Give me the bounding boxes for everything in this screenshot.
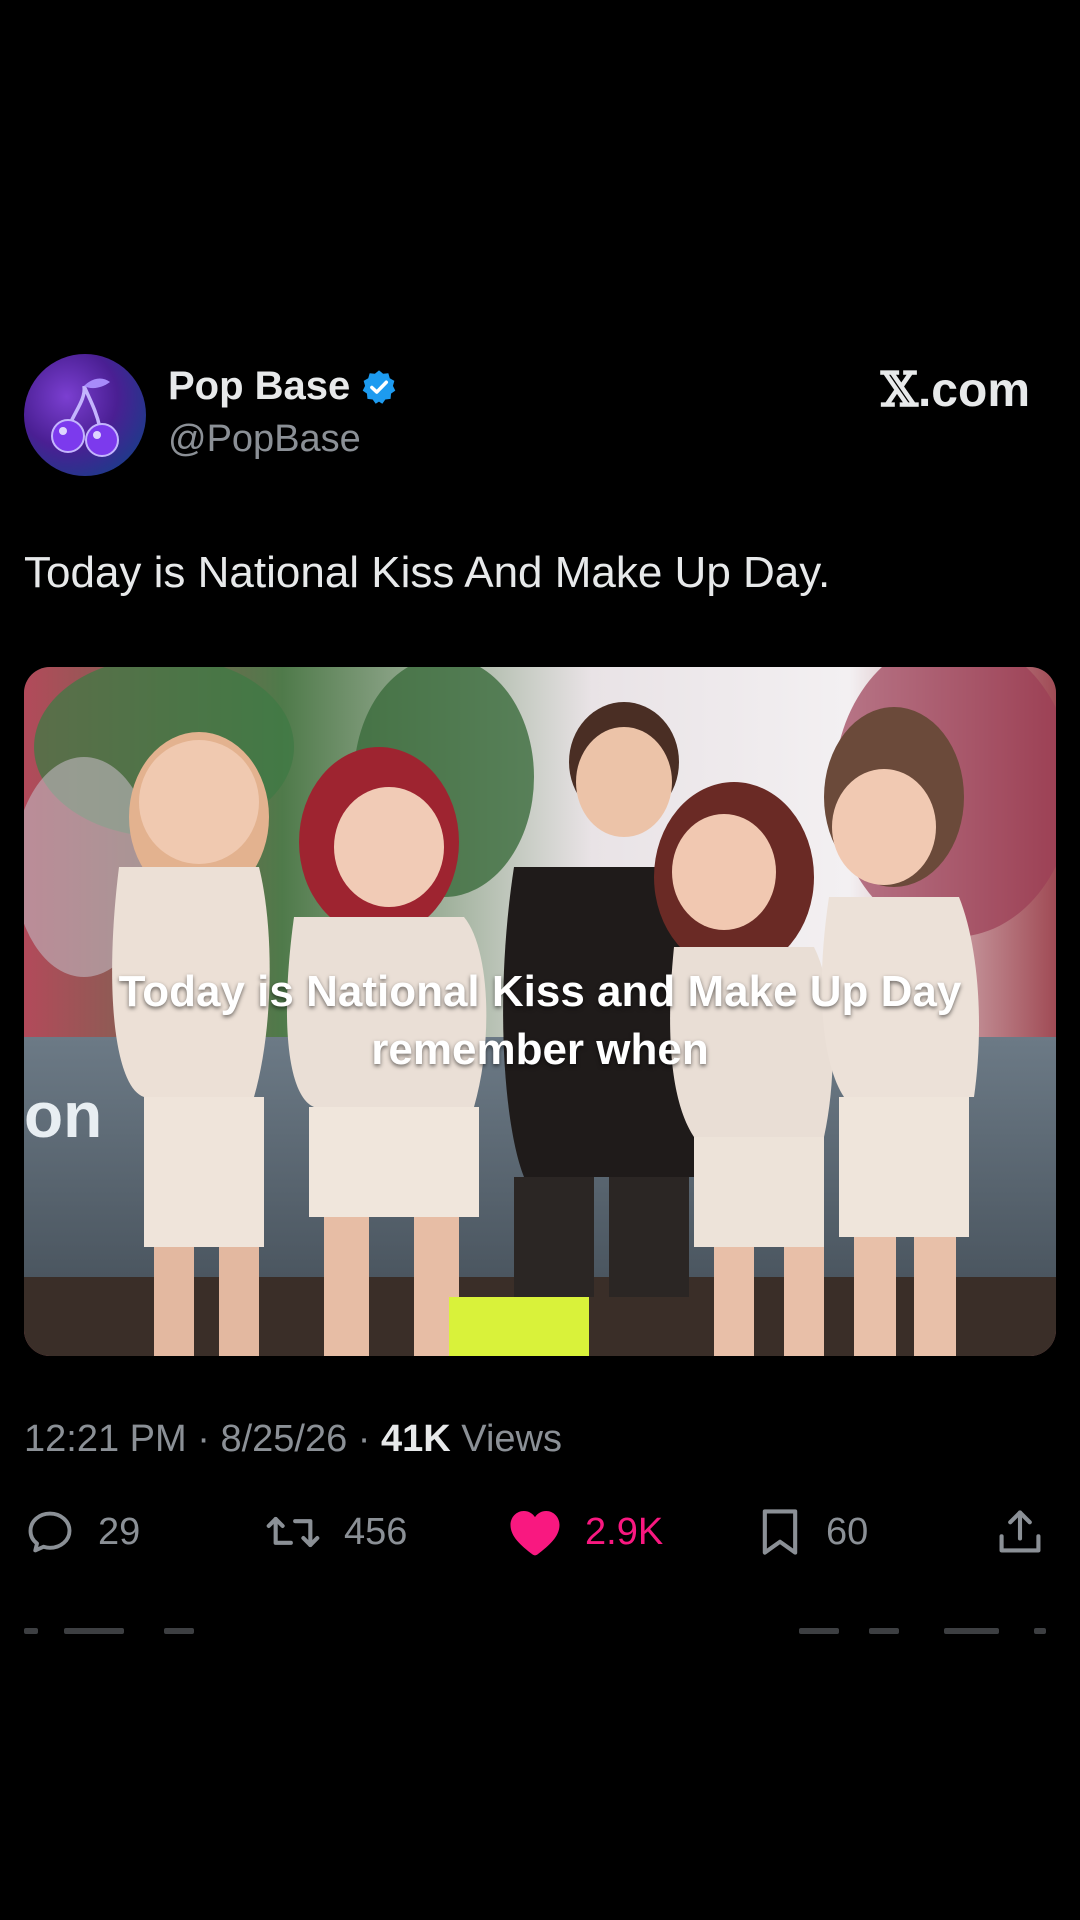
tweet-card: Pop Base @PopBase 𝕏.com Today is Nationa…: [0, 0, 1080, 1920]
like-button[interactable]: 2.9K: [507, 1502, 663, 1562]
tweet-media[interactable]: on Today is National Kiss and Make Up Da…: [24, 667, 1056, 1356]
action-bar: 29 456 2.9K 60: [24, 1502, 1056, 1562]
meta-separator: ·: [347, 1418, 382, 1460]
views-count[interactable]: 41K: [381, 1418, 451, 1460]
heart-icon: [510, 1511, 560, 1556]
tweet-date[interactable]: 8/25/26: [220, 1418, 347, 1460]
brand-suffix: .com: [917, 364, 1030, 417]
caption-line-1: Today is National Kiss and Make Up Day: [118, 967, 962, 1016]
reply-button[interactable]: 29: [24, 1502, 140, 1562]
meta-separator: ·: [186, 1418, 221, 1460]
like-count: 2.9K: [585, 1510, 664, 1553]
media-caption: Today is National Kiss and Make Up Day r…: [24, 963, 1056, 1079]
verified-badge-icon: [362, 369, 396, 404]
author-name-row[interactable]: Pop Base: [168, 364, 398, 409]
reply-icon: [28, 1511, 72, 1553]
bookmark-icon: [762, 1509, 798, 1555]
share-button[interactable]: [994, 1502, 1046, 1562]
views-label: Views: [450, 1418, 562, 1460]
x-com-logo: 𝕏.com: [881, 362, 1030, 418]
author-handle[interactable]: @PopBase: [168, 418, 361, 461]
background-sign-text: on: [24, 1079, 102, 1151]
tweet-time[interactable]: 12:21 PM: [24, 1418, 187, 1460]
bookmark-button[interactable]: 60: [756, 1502, 868, 1562]
tweet-meta: 12:21 PM · 8/25/26 · 41K Views: [24, 1418, 562, 1461]
tweet-text: Today is National Kiss And Make Up Day.: [24, 548, 831, 597]
avatar[interactable]: [24, 354, 146, 476]
reply-count: 29: [98, 1510, 141, 1553]
repost-count: 456: [344, 1510, 408, 1553]
author-name[interactable]: Pop Base: [168, 364, 350, 409]
clipped-next-row: [24, 1628, 1056, 1634]
bookmark-count: 60: [826, 1510, 869, 1553]
repost-icon: [266, 1516, 320, 1548]
caption-line-2: remember when: [371, 1025, 709, 1074]
x-logo-icon: 𝕏: [880, 362, 918, 418]
repost-button[interactable]: 456: [264, 1502, 407, 1562]
cherries-icon: [51, 378, 119, 457]
share-icon: [999, 1510, 1041, 1553]
